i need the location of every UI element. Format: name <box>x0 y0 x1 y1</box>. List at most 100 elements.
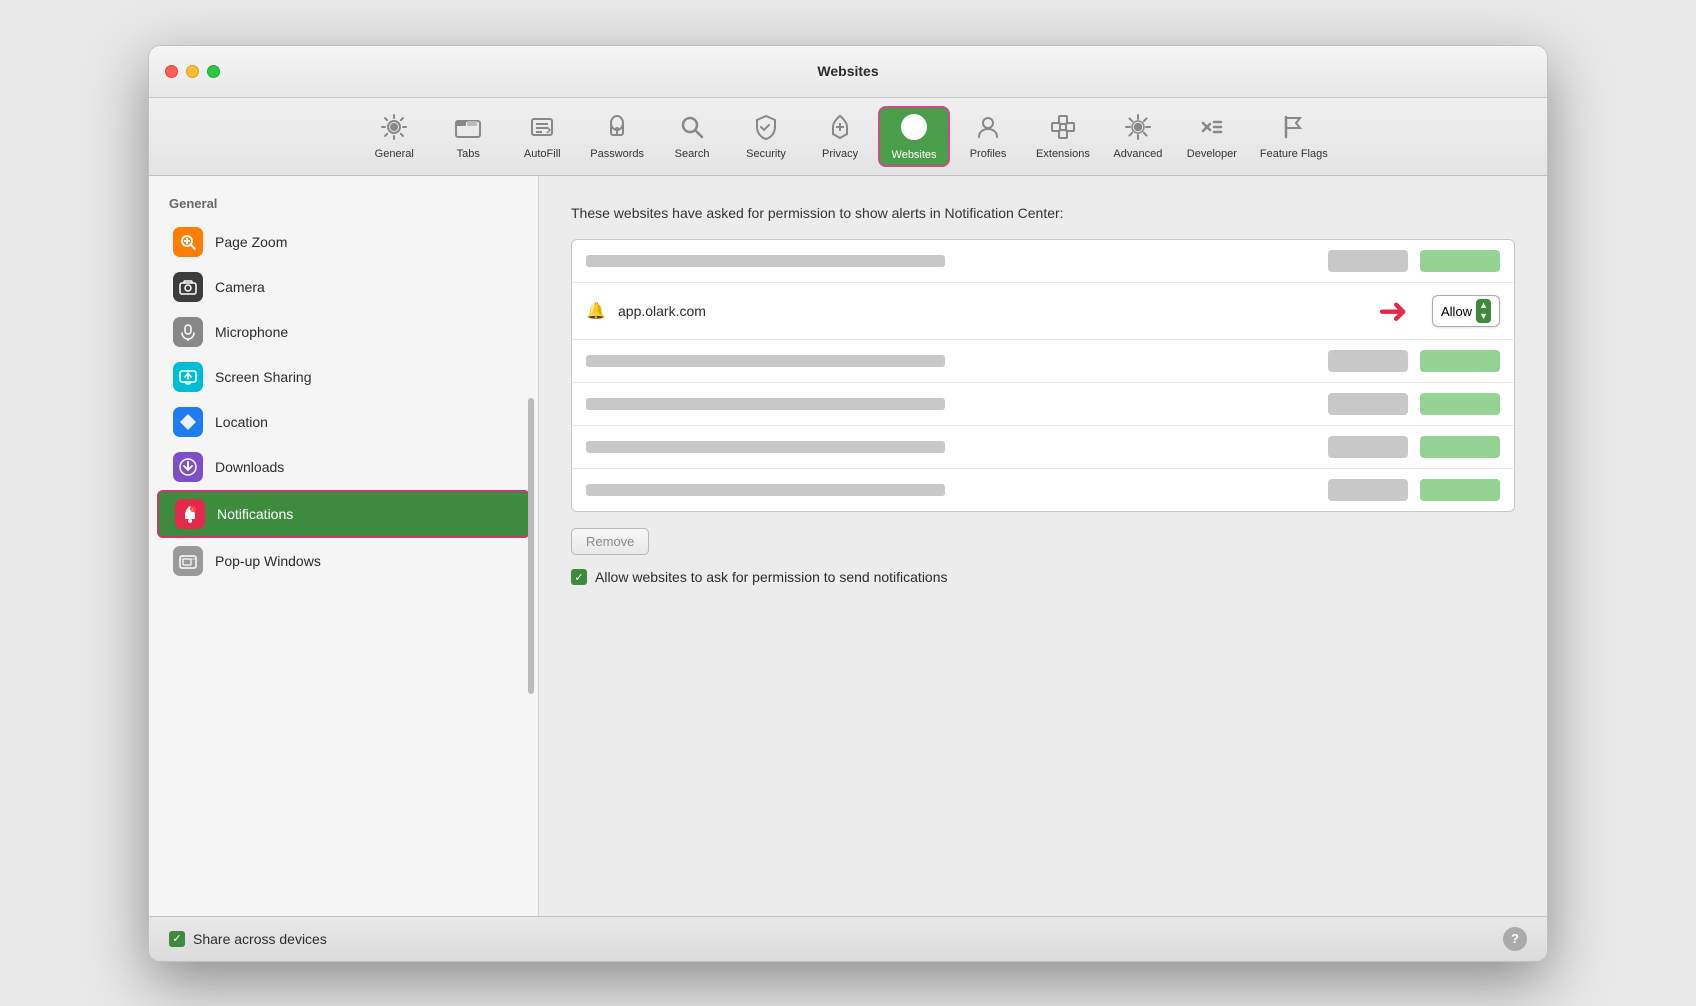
blurred-badge-5 <box>1328 479 1408 501</box>
down-arrow: ▼ <box>1479 311 1488 322</box>
sidebar: General Page Zoom <box>149 176 539 916</box>
sidebar-item-camera[interactable]: Camera <box>157 265 530 309</box>
sidebar-item-label-microphone: Microphone <box>215 324 288 340</box>
advanced-label: Advanced <box>1113 148 1162 160</box>
toolbar-item-featureflags[interactable]: Feature Flags <box>1250 107 1338 166</box>
arrow-indicator: ➜ <box>1378 293 1408 329</box>
blurred-badge-green-2 <box>1420 350 1500 372</box>
toolbar-item-passwords[interactable]: Passwords <box>580 107 654 166</box>
blurred-site-name-2 <box>586 355 945 367</box>
titlebar: Websites <box>149 46 1547 98</box>
blurred-badge-green-1 <box>1420 250 1500 272</box>
extensions-label: Extensions <box>1036 148 1090 160</box>
traffic-lights <box>165 65 220 78</box>
toolbar-item-general[interactable]: General <box>358 107 430 166</box>
toolbar-item-websites[interactable]: Websites <box>878 106 950 167</box>
red-arrow-icon: ➜ <box>1378 293 1408 329</box>
blurred-site-name-1 <box>586 255 945 267</box>
up-arrow: ▲ <box>1479 300 1488 311</box>
sidebar-item-location[interactable]: Location <box>157 400 530 444</box>
table-row-olark: 🔔 app.olark.com ➜ Allow ▲ ▼ <box>572 283 1514 340</box>
table-row-blurred-3 <box>572 383 1514 426</box>
maximize-button[interactable] <box>207 65 220 78</box>
camera-icon <box>173 272 203 302</box>
toolbar-item-extensions[interactable]: Extensions <box>1026 107 1100 166</box>
toolbar-item-profiles[interactable]: Profiles <box>952 107 1024 166</box>
toolbar-item-developer[interactable]: Developer <box>1176 107 1248 166</box>
sidebar-item-screen-sharing[interactable]: Screen Sharing <box>157 355 530 399</box>
table-row-blurred-4 <box>572 426 1514 469</box>
screen-sharing-icon <box>173 362 203 392</box>
notifications-icon: ! <box>175 499 205 529</box>
security-icon <box>752 113 780 145</box>
main-content: These websites have asked for permission… <box>539 176 1547 916</box>
sidebar-item-label-notifications: Notifications <box>217 506 293 522</box>
websites-icon <box>899 112 929 146</box>
toolbar-item-tabs[interactable]: Tabs <box>432 107 504 166</box>
sidebar-item-popup-windows[interactable]: Pop-up Windows <box>157 539 530 583</box>
tabs-icon <box>454 113 482 145</box>
window-title: Websites <box>817 63 878 79</box>
blurred-badge-green-3 <box>1420 393 1500 415</box>
microphone-icon <box>173 317 203 347</box>
location-icon <box>173 407 203 437</box>
minimize-button[interactable] <box>186 65 199 78</box>
content-area: General Page Zoom <box>149 176 1547 916</box>
share-across-devices-checkbox[interactable]: ✓ <box>169 931 185 947</box>
general-icon <box>380 113 408 145</box>
websites-label: Websites <box>892 149 937 161</box>
passwords-icon <box>603 113 631 145</box>
blurred-site-name-4 <box>586 441 945 453</box>
popup-windows-icon <box>173 546 203 576</box>
sidebar-item-label-downloads: Downloads <box>215 459 284 475</box>
sidebar-item-microphone[interactable]: Microphone <box>157 310 530 354</box>
blurred-badge-green-5 <box>1420 479 1500 501</box>
downloads-icon <box>173 452 203 482</box>
dropdown-arrows: ▲ ▼ <box>1476 299 1491 323</box>
allow-dropdown[interactable]: Allow ▲ ▼ <box>1432 295 1500 327</box>
toolbar: General Tabs <box>149 98 1547 176</box>
safari-preferences-window: Websites General Tabs <box>148 45 1548 962</box>
table-row-blurred-2 <box>572 340 1514 383</box>
privacy-icon <box>826 113 854 145</box>
blurred-badge-green-4 <box>1420 436 1500 458</box>
blurred-site-name-3 <box>586 398 945 410</box>
profiles-label: Profiles <box>970 148 1007 160</box>
developer-label: Developer <box>1187 148 1237 160</box>
sidebar-item-notifications[interactable]: ! Notifications <box>157 490 530 538</box>
profiles-icon <box>974 113 1002 145</box>
privacy-label: Privacy <box>822 148 858 160</box>
svg-text:!: ! <box>192 507 193 512</box>
advanced-icon <box>1124 113 1152 145</box>
toolbar-item-autofill[interactable]: AutoFill <box>506 107 578 166</box>
featureflags-label: Feature Flags <box>1260 148 1328 160</box>
search-icon <box>678 113 706 145</box>
sidebar-item-label-screen-sharing: Screen Sharing <box>215 369 312 385</box>
footer-left: ✓ Share across devices <box>169 931 327 947</box>
sidebar-item-downloads[interactable]: Downloads <box>157 445 530 489</box>
tabs-label: Tabs <box>457 148 480 160</box>
autofill-label: AutoFill <box>524 148 561 160</box>
sidebar-item-label-popup-windows: Pop-up Windows <box>215 553 321 569</box>
websites-table: 🔔 app.olark.com ➜ Allow ▲ ▼ <box>571 239 1515 512</box>
close-button[interactable] <box>165 65 178 78</box>
footer-bar: ✓ Share across devices ? <box>149 916 1547 961</box>
sidebar-item-page-zoom[interactable]: Page Zoom <box>157 220 530 264</box>
page-zoom-icon <box>173 227 203 257</box>
sidebar-section-title: General <box>149 192 538 219</box>
olark-site-icon: 🔔 <box>586 301 606 321</box>
table-row-blurred-1 <box>572 240 1514 283</box>
blurred-badge-1 <box>1328 250 1408 272</box>
toolbar-item-security[interactable]: Security <box>730 107 802 166</box>
toolbar-item-search[interactable]: Search <box>656 107 728 166</box>
table-row-blurred-5 <box>572 469 1514 511</box>
toolbar-item-advanced[interactable]: Advanced <box>1102 107 1174 166</box>
security-label: Security <box>746 148 786 160</box>
remove-button[interactable]: Remove <box>571 528 649 555</box>
sidebar-scrollbar[interactable] <box>528 398 534 694</box>
toolbar-item-privacy[interactable]: Privacy <box>804 107 876 166</box>
help-button[interactable]: ? <box>1503 927 1527 951</box>
allow-label: Allow <box>1441 304 1472 319</box>
search-label: Search <box>675 148 710 160</box>
allow-notifications-checkbox[interactable]: ✓ <box>571 569 587 585</box>
